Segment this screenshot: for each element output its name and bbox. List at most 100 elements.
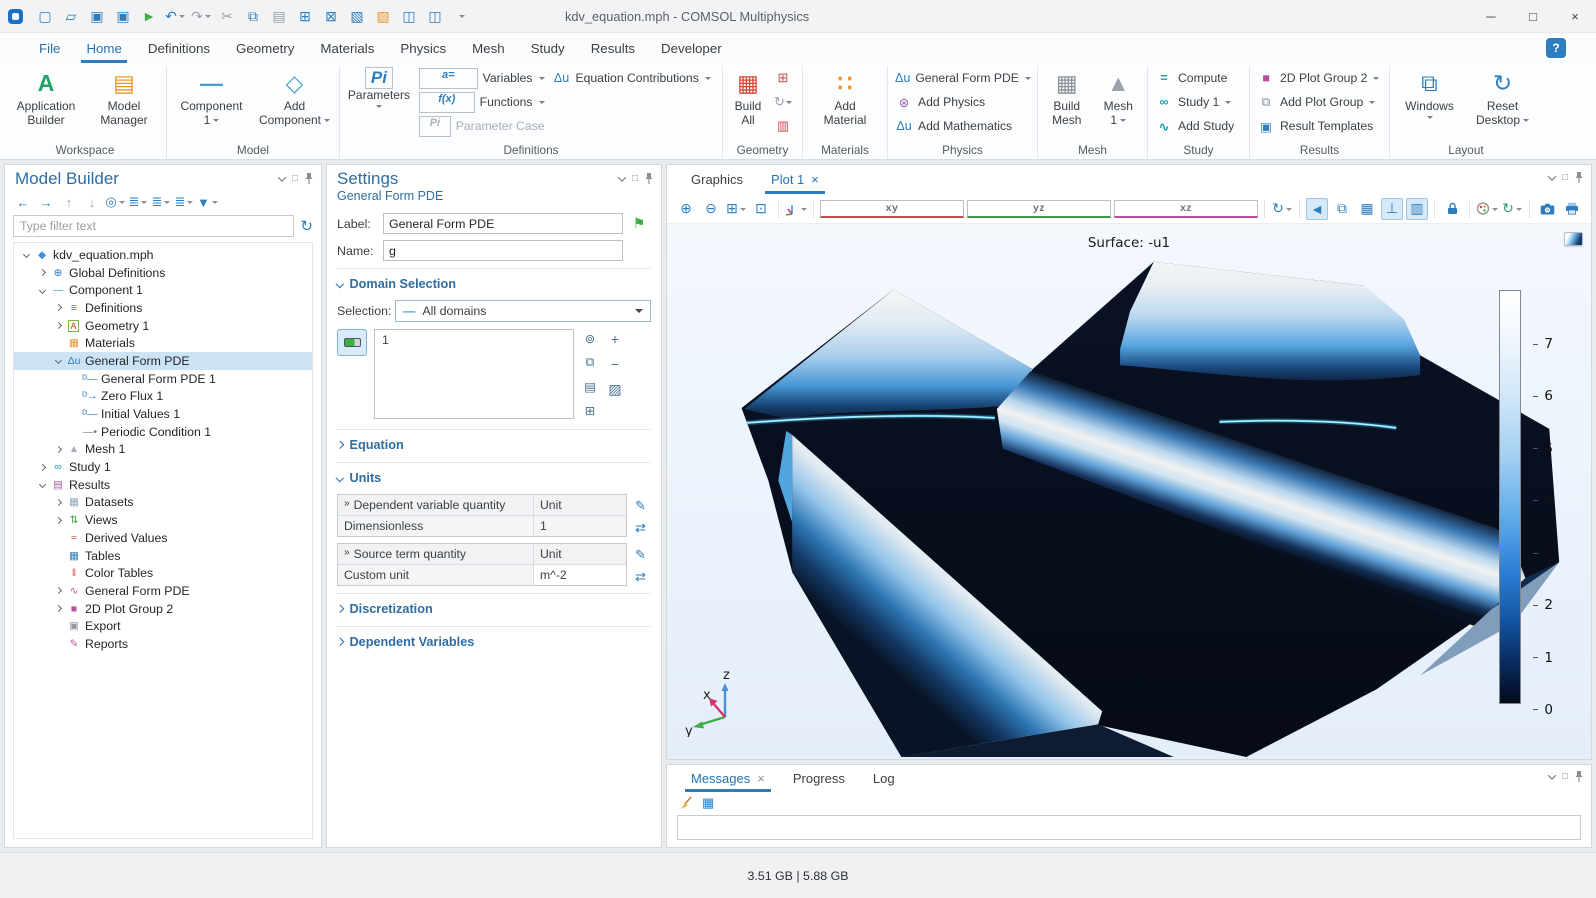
pin-icon[interactable] (645, 173, 653, 184)
zoom-box-icon[interactable]: ⊞ (725, 198, 747, 220)
scene-light-icon[interactable]: ◄ (1306, 198, 1328, 220)
mb-toolbar-icon[interactable]: → (36, 192, 56, 212)
expander-icon[interactable] (52, 305, 65, 310)
tree-item[interactable]: A Geometry 1 (14, 317, 312, 335)
tree-item[interactable]: ‖ Color Tables (14, 564, 312, 582)
qat-icon[interactable]: ► (137, 5, 161, 27)
selection-op-icon[interactable]: ▨ (608, 381, 621, 398)
expander-icon[interactable] (68, 394, 81, 399)
application-builder-button[interactable]: A Application Builder (7, 66, 85, 127)
plot-thumbnail-button[interactable] (1564, 232, 1583, 246)
go-to-yz-view-icon[interactable]: yz (967, 200, 1111, 218)
qat-icon[interactable]: ▤ (267, 5, 291, 27)
section-dependent-variables[interactable]: Dependent Variables (337, 632, 651, 652)
edit-table-icon[interactable]: ✎ (635, 498, 646, 514)
qat-icon[interactable]: ▣ (85, 5, 109, 27)
add-material-button[interactable]: ∷ Add Material (806, 66, 884, 127)
parameters-button[interactable]: Pi Parameters (343, 66, 415, 109)
physics-button[interactable]: Δu Add Mathematics (891, 114, 1034, 138)
pin-icon[interactable] (305, 173, 313, 184)
qat-icon[interactable] (449, 5, 473, 27)
go-to-xy-view-icon[interactable]: xy (820, 200, 964, 218)
name-field[interactable] (383, 240, 623, 261)
float-panel-icon[interactable]: □ (632, 173, 638, 184)
tree-item[interactable]: ✎ Reports (14, 635, 312, 653)
tree-item[interactable]: ▣ Export (14, 617, 312, 635)
unit-cell-editable[interactable]: m^-2 (533, 565, 626, 585)
tree-item[interactable]: ᴰ— Initial Values 1 (14, 405, 312, 423)
physics-button[interactable]: Δu General Form PDE (891, 66, 1034, 90)
update-plot-icon[interactable]: ↻ (1501, 198, 1523, 220)
expander-icon[interactable] (68, 376, 81, 381)
copy-table-icon[interactable]: ▦ (702, 795, 714, 811)
qat-icon[interactable]: ↷ (189, 5, 213, 27)
expander-icon[interactable] (52, 500, 65, 505)
menu-tab[interactable]: Materials (307, 33, 387, 63)
mb-toolbar-icon[interactable]: ← (13, 192, 33, 212)
float-panel-icon[interactable]: □ (1562, 172, 1568, 183)
active-toggle-button[interactable] (337, 329, 367, 356)
qat-icon[interactable]: ✂ (215, 5, 239, 27)
results-button[interactable]: ▣ Result Templates (1253, 114, 1386, 138)
panel-menu-icon[interactable] (278, 173, 286, 181)
change-unit-icon[interactable]: ⇄ (635, 569, 646, 585)
close-tab-icon[interactable]: × (757, 771, 765, 786)
build-all-button[interactable]: ▦ Build All (726, 66, 770, 127)
windows-button[interactable]: ⧉ Windows (1398, 66, 1462, 120)
variables-button[interactable]: a= Variables (415, 66, 549, 90)
tree-item[interactable]: ▤ Results (14, 476, 312, 494)
image-snapshot-icon[interactable] (1536, 198, 1558, 220)
geometry-tool-icon[interactable]: ↻ (770, 90, 796, 114)
zoom-out-icon[interactable]: ⊖ (700, 198, 722, 220)
selection-tool-icon[interactable]: ▤ (584, 379, 596, 394)
qat-icon[interactable]: ↶ (163, 5, 187, 27)
menu-tab[interactable]: Developer (648, 33, 735, 63)
print-icon[interactable] (1561, 198, 1583, 220)
maximize-button[interactable]: □ (1512, 0, 1554, 33)
mb-toolbar-icon[interactable]: ◎ (105, 192, 125, 212)
expander-icon[interactable] (52, 358, 65, 363)
color-palette-icon[interactable] (1476, 198, 1498, 220)
tree-item[interactable]: — Component 1 (14, 281, 312, 299)
section-discretization[interactable]: Discretization (337, 599, 651, 619)
tree-item[interactable]: ■ 2D Plot Group 2 (14, 600, 312, 618)
model-manager-button[interactable]: ▤ Model Manager (85, 66, 163, 127)
tree-item[interactable]: ≡ Definitions (14, 299, 312, 317)
clear-messages-icon[interactable] (679, 796, 693, 810)
expander-icon[interactable] (52, 606, 65, 611)
panel-menu-icon[interactable] (1548, 172, 1556, 180)
unit-cell[interactable]: 1 (533, 516, 626, 536)
qat-icon[interactable]: ▣ (111, 5, 135, 27)
help-button[interactable]: ? (1546, 38, 1566, 58)
build-mesh-button[interactable]: ▦ Build Mesh (1044, 66, 1090, 127)
study-button[interactable]: ∞ Study 1 (1151, 90, 1246, 114)
geometry-tool-icon[interactable]: ▥ (770, 114, 796, 138)
expander-icon[interactable] (52, 571, 65, 576)
component-1-button[interactable]: — Component 1 (173, 66, 251, 127)
expander-icon[interactable] (52, 588, 65, 593)
menu-tab[interactable]: Definitions (135, 33, 223, 63)
messages-output[interactable] (677, 815, 1581, 840)
zoom-in-icon[interactable]: ⊕ (675, 198, 697, 220)
domain-list[interactable]: 1 (374, 329, 574, 419)
selection-tool-icon[interactable]: ⊞ (585, 403, 595, 418)
domain-item[interactable]: 1 (382, 333, 389, 347)
mb-toolbar-icon[interactable]: ≣ (151, 192, 171, 212)
tree-item[interactable]: —• Periodic Condition 1 (14, 423, 312, 441)
expander-icon[interactable] (52, 553, 65, 558)
results-button[interactable]: ■ 2D Plot Group 2 (1253, 66, 1386, 90)
menu-tab[interactable]: File (26, 33, 73, 63)
menu-tab[interactable]: Physics (387, 33, 459, 63)
view-orientation-icon[interactable] (785, 198, 807, 220)
equation-contributions-button[interactable]: Δu Equation Contributions (549, 66, 719, 90)
tree-item[interactable]: Δu General Form PDE (14, 352, 312, 370)
tree-item[interactable]: ▦ Datasets (14, 494, 312, 512)
functions-button[interactable]: f(x) Functions (415, 90, 549, 114)
qat-icon[interactable]: ⊞ (293, 5, 317, 27)
lock-axes-icon[interactable] (1441, 198, 1463, 220)
qat-icon[interactable]: ⊠ (319, 5, 343, 27)
results-button[interactable]: ⧉ Add Plot Group (1253, 90, 1386, 114)
mb-toolbar-icon[interactable]: ▼ (197, 192, 218, 212)
qat-icon[interactable]: ▱ (59, 5, 83, 27)
show-grid-icon[interactable]: ▦ (1356, 198, 1378, 220)
